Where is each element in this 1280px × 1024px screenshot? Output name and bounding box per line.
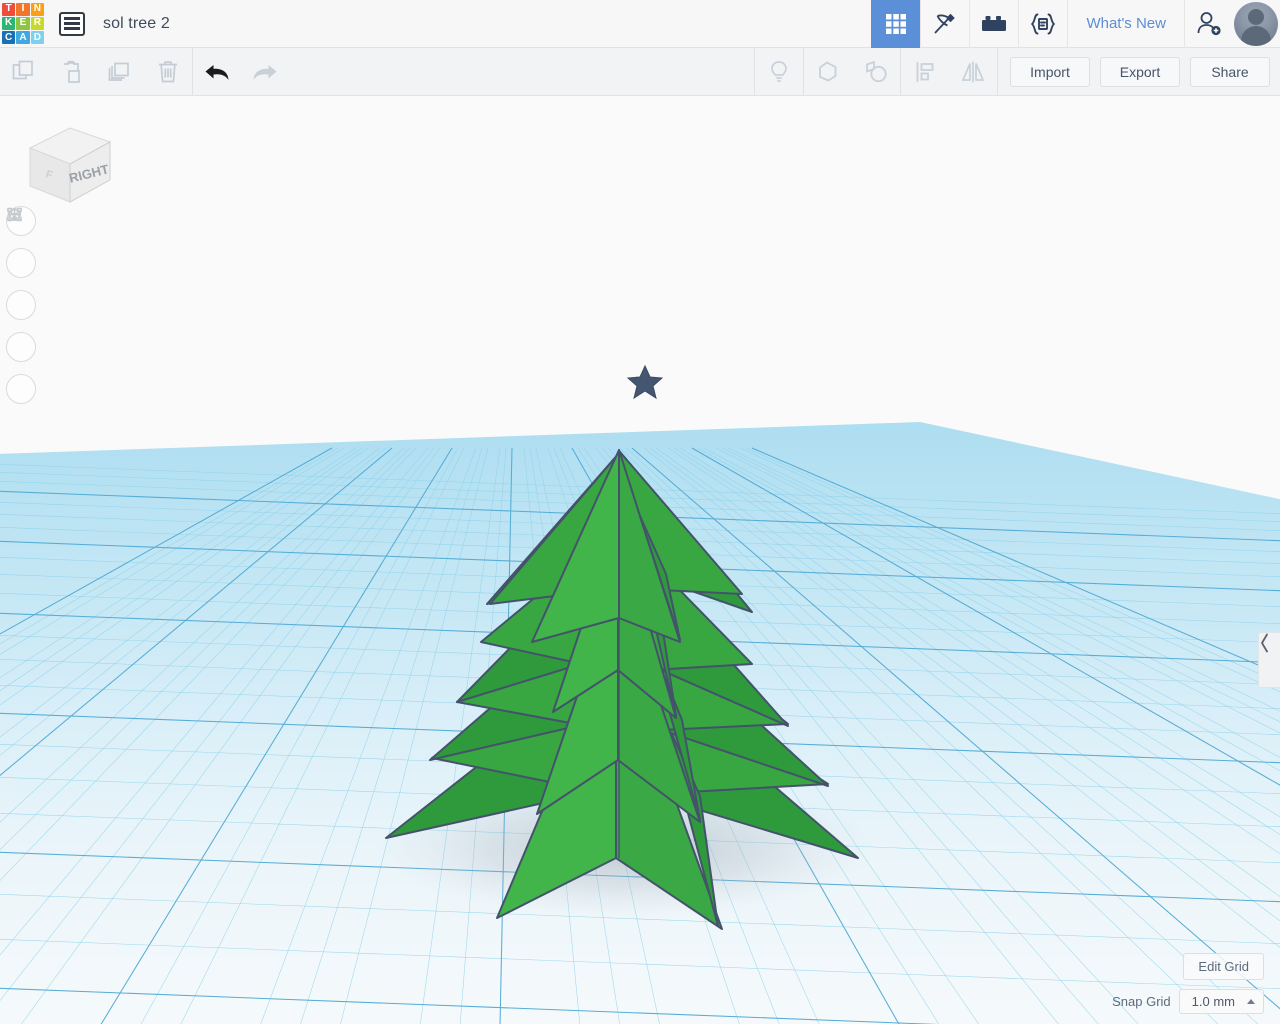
import-button[interactable]: Import — [1010, 56, 1090, 87]
redo-button[interactable] — [241, 48, 289, 96]
hide-button[interactable] — [755, 48, 803, 96]
pickaxe-icon — [934, 13, 956, 34]
trash-icon — [159, 60, 177, 82]
align-button[interactable] — [901, 48, 949, 96]
paste-button[interactable] — [48, 48, 96, 96]
document-title[interactable]: sol tree 2 — [103, 15, 170, 33]
viewport-scene — [0, 364, 1280, 1024]
logo-tile-d: D — [30, 31, 44, 45]
undo-button[interactable] — [193, 48, 241, 96]
snap-grid-value: 1.0 mm — [1191, 994, 1235, 1009]
logo-tile-t: T — [2, 2, 16, 16]
arrange-tools — [901, 48, 997, 96]
logo-tile-k: K — [2, 16, 16, 31]
grid-3x3-icon — [886, 13, 907, 34]
copy-button[interactable] — [0, 48, 48, 96]
cube-icon — [8, 207, 21, 221]
tab-bricks[interactable] — [969, 0, 1018, 48]
menu-line — [64, 17, 80, 20]
logo-tile-a: A — [16, 31, 30, 45]
redo-arrow-icon — [253, 64, 277, 80]
group-shapes-icon — [819, 61, 837, 81]
logo-tile-n: N — [30, 2, 44, 16]
avatar[interactable] — [1232, 0, 1280, 48]
mirror-flip-icon — [961, 61, 985, 82]
chevron-left-icon — [1261, 633, 1268, 653]
group-button[interactable] — [804, 48, 852, 96]
3d-viewport[interactable]: RIGHT F Edit Grid Snap Grid 1.0 mm — [0, 96, 1280, 1024]
grouping-tools — [804, 48, 900, 96]
zoom-out-button[interactable] — [6, 213, 36, 362]
delete-button[interactable] — [144, 48, 192, 96]
duplicate-icon — [108, 62, 129, 81]
share-button[interactable]: Share — [1190, 56, 1270, 87]
snap-grid-label: Snap Grid — [1112, 994, 1171, 1009]
logo-tile-i: I — [16, 2, 30, 16]
user-avatar-image — [1234, 1, 1278, 46]
tab-codeblocks[interactable] — [920, 0, 969, 48]
tinkercad-logo[interactable]: T I N K E R C A D — [1, 2, 45, 46]
top-header-bar: T I N K E R C A D sol tree 2 What's New — [0, 0, 1280, 48]
copy-icon — [12, 60, 33, 79]
navigation-controls — [6, 206, 36, 404]
header-tool-tabs — [871, 0, 1067, 48]
perspective-toggle-button[interactable] — [6, 207, 36, 404]
lego-brick-icon — [982, 15, 1007, 31]
history-tools — [193, 48, 289, 96]
file-action-buttons: Import Export Share — [1010, 48, 1280, 96]
mirror-button[interactable] — [949, 48, 997, 96]
view-cube[interactable]: RIGHT F — [22, 118, 114, 210]
snap-grid-select[interactable]: 1.0 mm — [1178, 989, 1264, 1014]
lightbulb-icon — [771, 60, 787, 82]
zoom-in-button[interactable] — [6, 208, 36, 320]
list-menu-icon[interactable] — [59, 11, 85, 36]
fit-to-view-button[interactable] — [6, 207, 36, 278]
curly-braces-icon — [1031, 13, 1056, 34]
logo-tile-e: E — [16, 16, 30, 31]
export-button[interactable]: Export — [1100, 56, 1180, 87]
undo-arrow-icon — [205, 64, 229, 80]
caret-up-icon — [1247, 999, 1255, 1004]
align-icon — [916, 61, 934, 82]
paste-icon — [64, 60, 80, 83]
logo-tile-r: R — [30, 16, 44, 31]
tinkercad-app: T I N K E R C A D sol tree 2 What's New … — [0, 0, 1280, 1024]
logo-tile-c: C — [2, 31, 16, 45]
tab-codeblocks-script[interactable] — [1018, 0, 1067, 48]
toolbar-divider — [997, 47, 998, 96]
edit-toolbar: Import Export Share — [0, 47, 1280, 96]
ungroup-shapes-icon — [866, 60, 887, 82]
clipboard-tools — [0, 48, 192, 96]
tab-designs[interactable] — [871, 0, 921, 48]
menu-line — [64, 22, 80, 25]
whats-new-link[interactable]: What's New — [1067, 0, 1184, 48]
menu-line — [64, 27, 80, 30]
snap-grid-row: Snap Grid 1.0 mm — [1112, 989, 1264, 1014]
person-add-icon[interactable] — [1184, 0, 1232, 48]
ungroup-button[interactable] — [852, 48, 900, 96]
duplicate-button[interactable] — [96, 48, 144, 96]
right-panel-expand-tab[interactable] — [1258, 632, 1280, 688]
visibility-tools — [755, 48, 803, 96]
star-shape[interactable] — [626, 364, 664, 400]
edit-grid-button[interactable]: Edit Grid — [1183, 953, 1264, 980]
